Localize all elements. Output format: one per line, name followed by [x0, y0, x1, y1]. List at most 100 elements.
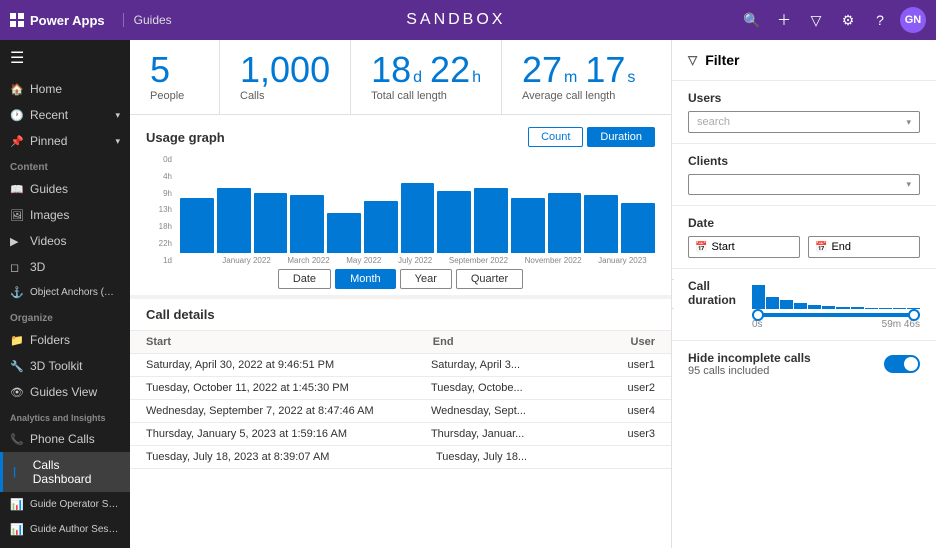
sidebar-item-guides[interactable]: 📖 Guides: [0, 176, 130, 202]
quarter-button[interactable]: Quarter: [456, 269, 523, 289]
avg-minutes: 27: [522, 52, 562, 88]
settings-icon[interactable]: ⚙: [836, 8, 860, 32]
sidebar-item-guides-view[interactable]: 👁 Guides View: [0, 379, 130, 405]
month-button[interactable]: Month: [335, 269, 396, 289]
chart-time-buttons: Date Month Year Quarter: [146, 269, 655, 289]
start-date-button[interactable]: 📅 Start: [688, 236, 800, 258]
date-button[interactable]: Date: [278, 269, 331, 289]
cell-start: Tuesday, October 11, 2022 at 1:45:30 PM: [146, 382, 431, 394]
chart-title: Usage graph: [146, 130, 225, 145]
end-date-button[interactable]: 📅 End: [808, 236, 920, 258]
chart-bar[interactable]: [254, 193, 288, 253]
chart-container: 1d 22h 18h 13h 9h 4h 0d January 2022 Mar…: [146, 155, 655, 265]
calendar-icon: 📅: [815, 242, 827, 253]
sidebar-item-images[interactable]: 🖼 Images: [0, 202, 130, 228]
sidebar-item-label: Videos: [30, 234, 66, 248]
search-icon[interactable]: 🔍: [740, 8, 764, 32]
filter-toggle-button[interactable]: ›: [671, 279, 674, 309]
table-row[interactable]: Thursday, January 5, 2023 at 1:59:16 AM …: [130, 423, 671, 446]
3d-icon: ◻: [10, 261, 24, 274]
chevron-down-icon: ▾: [115, 110, 120, 121]
stat-calls: 1,000 Calls: [220, 40, 351, 114]
count-button[interactable]: Count: [528, 127, 583, 147]
table-row[interactable]: Tuesday, July 18, 2023 at 8:39:07 AM Tue…: [130, 446, 671, 469]
chart-bar[interactable]: [364, 201, 398, 253]
sidebar-item-label: Guides View: [30, 385, 97, 399]
phone-icon: 📞: [10, 433, 24, 446]
clients-dropdown[interactable]: ▾: [688, 174, 920, 195]
sidebar-item-label: Guide Author Sessions: [30, 524, 120, 535]
filter-clients-label: Clients: [688, 154, 920, 168]
help-icon[interactable]: ?: [868, 8, 892, 32]
sidebar-item-object-anchors[interactable]: ⚓ Object Anchors (Prev...: [0, 280, 130, 305]
sidebar-item-folders[interactable]: 📁 Folders: [0, 327, 130, 353]
people-number: 5: [150, 52, 199, 88]
chart-bar[interactable]: [180, 198, 214, 253]
table-row[interactable]: Wednesday, September 7, 2022 at 8:47:46 …: [130, 400, 671, 423]
images-icon: 🖼: [10, 209, 24, 222]
users-dropdown[interactable]: search ▾: [688, 111, 920, 133]
call-duration-section: Call duration: [672, 269, 936, 341]
avatar[interactable]: GN: [900, 7, 926, 33]
chart-bar[interactable]: [327, 213, 361, 253]
hide-incomplete-toggle[interactable]: [884, 355, 920, 373]
app-logo[interactable]: Power Apps: [10, 13, 105, 28]
add-icon[interactable]: ＋: [772, 8, 796, 32]
sidebar-item-calls-dashboard[interactable]: | Calls Dashboard: [0, 452, 130, 492]
col-start-header: Start: [146, 336, 433, 348]
guides-icon: 📖: [10, 183, 24, 196]
sidebar-item-videos[interactable]: ▶ Videos: [0, 228, 130, 254]
toggle-knob: [904, 357, 918, 371]
sidebar-item-home[interactable]: 🏠 Home: [0, 76, 130, 102]
duration-sparkline: [752, 279, 920, 309]
table-row[interactable]: Saturday, April 30, 2022 at 9:46:51 PM S…: [130, 354, 671, 377]
videos-icon: ▶: [10, 235, 24, 248]
col-end-header: End: [433, 336, 631, 348]
sidebar-item-3d[interactable]: ◻ 3D: [0, 254, 130, 280]
chart-bar[interactable]: [437, 191, 471, 253]
call-duration-label: Call duration: [688, 279, 736, 322]
filter-icon[interactable]: ▽: [804, 8, 828, 32]
year-button[interactable]: Year: [400, 269, 452, 289]
sidebar-item-label: Images: [30, 208, 69, 222]
chart-bar[interactable]: [401, 183, 435, 253]
sidebar-item-recent[interactable]: 🕐 Recent ▾: [0, 102, 130, 128]
chart-bar[interactable]: [290, 195, 324, 253]
sidebar-item-label: Object Anchors (Prev...: [30, 287, 115, 298]
sidebar-item-pinned[interactable]: 📌 Pinned ▾: [0, 128, 130, 154]
sidebar-item-guide-author[interactable]: 📊 Guide Author Sessions: [0, 517, 130, 542]
chart-bar[interactable]: [621, 203, 655, 253]
sidebar-item-phone-calls[interactable]: 📞 Phone Calls: [0, 426, 130, 452]
sidebar-item-label: Folders: [30, 333, 70, 347]
cell-user: user3: [627, 428, 655, 440]
chart-bar[interactable]: [584, 195, 618, 253]
chart-bars: [180, 155, 655, 253]
chevron-down-icon: ▾: [115, 136, 120, 147]
duration-button[interactable]: Duration: [587, 127, 655, 147]
filter-title: Filter: [705, 52, 739, 68]
sidebar-item-3d-toolkit[interactable]: 🔧 3D Toolkit: [0, 353, 130, 379]
sidebar-item-label: Phone Calls: [30, 432, 95, 446]
cell-end: Wednesday, Sept...: [431, 405, 628, 417]
chart-bar[interactable]: [548, 193, 582, 253]
chart-bar[interactable]: [474, 188, 508, 253]
total-call-label: Total call length: [371, 90, 481, 102]
hide-incomplete-row: Hide incomplete calls 95 calls included: [672, 341, 936, 387]
chart-area: January 2022 March 2022 May 2022 July 20…: [180, 155, 655, 265]
filter-panel: › ▽ Filter Users search ▾ Clients ▾ Date…: [671, 40, 936, 548]
table-row[interactable]: Tuesday, October 11, 2022 at 1:45:30 PM …: [130, 377, 671, 400]
chart-bar[interactable]: [511, 198, 545, 253]
chart-toggle: Count Duration: [528, 127, 655, 147]
sidebar-item-guide-operator[interactable]: 📊 Guide Operator Sessi...: [0, 492, 130, 517]
author-icon: 📊: [10, 523, 24, 536]
pin-icon: 📌: [10, 135, 24, 148]
duration-left-handle[interactable]: [752, 309, 764, 321]
minutes-unit: m: [564, 69, 577, 87]
dashboard-icon: |: [13, 466, 27, 478]
hamburger-icon[interactable]: ☰: [0, 40, 130, 76]
table-body: Saturday, April 30, 2022 at 9:46:51 PM S…: [130, 354, 671, 469]
duration-range-track: [752, 313, 920, 317]
sidebar-item-label: Calls Dashboard: [33, 458, 120, 486]
duration-right-handle[interactable]: [908, 309, 920, 321]
chart-bar[interactable]: [217, 188, 251, 253]
